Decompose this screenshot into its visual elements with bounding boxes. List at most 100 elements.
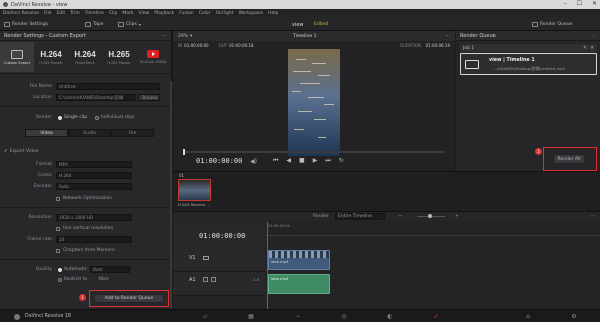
current-timecode: 01:00:00:00 [196,157,243,165]
menu-fusion[interactable]: Fusion [179,11,193,16]
preset-h264-master[interactable]: H.264 H.264 Master [34,42,68,72]
render-range-label: Render [313,214,330,219]
color-page-icon[interactable]: ◐ [386,313,394,320]
zoom-out-icon[interactable]: — [398,214,403,219]
minimize-button[interactable]: – [564,0,567,7]
more-options-icon[interactable]: ⋯ [162,33,167,39]
transport-controls: ⏮ ◀ ■ ▶ ⏭ ↻ [273,157,344,165]
chapters-checkbox[interactable] [56,248,60,253]
single-clip-radio[interactable] [58,115,62,120]
preset-custom-export[interactable]: Custom Export [0,42,34,72]
menu-help[interactable]: Help [268,11,278,16]
more-options-icon[interactable]: ⋯ [446,34,451,39]
job-card[interactable]: view | Timeline 1 ...\HUAWEI\Desktop\剪辑\… [460,53,597,75]
vertical-res-checkbox[interactable] [56,226,60,231]
render-mode-label: Render [35,115,52,120]
menu-fairlight[interactable]: Fairlight [215,11,233,16]
highlight-box [89,290,169,307]
in-timecode[interactable]: 01:00:00:00 [184,43,208,48]
encoder-select[interactable]: Auto [56,183,132,190]
menu-playback[interactable]: Playback [154,11,174,16]
menu-timeline[interactable]: Timeline [85,11,104,16]
quality-select[interactable]: Best [90,266,131,273]
menu-trim[interactable]: Trim [70,11,80,16]
gear-icon[interactable]: ⚙ [570,313,578,320]
page-navigation-bar: DaVinci Resolve 18 ▱ ▦ ⌁ ◎ ◐ ➶ ⌂ ⚙ [0,309,600,322]
zoom-in-icon[interactable]: + [455,214,459,219]
render-settings-toggle[interactable]: Render Settings [4,20,48,29]
zoom-select[interactable]: 29% [178,34,188,39]
reverse-play-icon[interactable]: ◀ [286,157,291,165]
resolution-select[interactable]: 1920 x 1080 HD [56,214,132,221]
home-icon[interactable]: ⌂ [524,313,532,320]
close-button[interactable]: ✕ [592,0,597,7]
render-settings-header: Render Settings - Custom Export ⋯ [0,31,171,41]
preset-h265-master[interactable]: H.265 H.265 Master [102,42,136,72]
scrubber-bar[interactable] [183,149,445,155]
preset-hyperdeck[interactable]: H.264 HyperDeck [68,42,102,72]
tab-file[interactable]: File [111,129,154,137]
browse-button[interactable]: Browse [138,94,160,101]
volume-icon[interactable]: ◀) [250,158,257,165]
lock-icon[interactable] [203,277,208,282]
edit-page-icon[interactable]: ⌁ [294,313,302,320]
play-icon[interactable]: ▶ [313,157,318,165]
go-to-end-icon[interactable]: ⏭ [325,157,330,165]
vertical-res-label: Use vertical resolution [63,226,114,231]
preset-label: Custom Export [4,60,30,65]
settings-scrollbar[interactable] [170,81,172,321]
menu-edit[interactable]: Edit [56,11,65,16]
restrict-radio[interactable] [58,277,62,282]
menu-color[interactable]: Color [199,11,211,16]
more-options-icon[interactable]: ⋯ [591,214,596,219]
video-clip[interactable]: lake.mp4 [268,250,330,270]
more-options-icon[interactable]: ⋯ [591,33,596,39]
menu-clip[interactable]: Clip [109,11,118,16]
audio-clip[interactable]: lake.mp4 [268,274,330,294]
render-range-select[interactable]: Entire Timeline [335,213,385,220]
frame-rate-select[interactable]: 24 [56,236,132,243]
zoom-slider-handle[interactable] [428,214,432,218]
tape-toggle[interactable]: Tape [85,20,103,29]
timeline-name[interactable]: Timeline 1 [293,34,316,39]
edit-icon[interactable]: ✎ [583,46,587,51]
menu-view[interactable]: View [139,11,150,16]
render-settings-title: Render Settings - Custom Export [4,32,86,39]
deliver-page-icon[interactable]: ➶ [432,313,440,320]
video-preview[interactable] [288,49,340,156]
format-select[interactable]: MP4 [56,161,132,168]
stop-icon[interactable]: ■ [299,157,305,165]
preset-label: YouTube 1080p [139,60,167,64]
codec-label: Codec [38,173,52,178]
render-queue-toggle[interactable]: Render Queue [532,20,572,29]
tab-audio[interactable]: Audio [68,129,111,137]
loop-icon[interactable]: ↻ [339,157,344,165]
timeline-ruler[interactable]: 01:00:00:00 [266,222,600,236]
menu-workspace[interactable]: Workspace [238,11,263,16]
individual-clips-radio[interactable] [95,115,100,120]
media-page-icon[interactable]: ▱ [201,313,209,320]
preset-youtube[interactable]: YouTube 1080p [136,42,170,72]
cut-page-icon[interactable]: ▦ [247,313,255,320]
network-opt-checkbox[interactable] [56,196,60,201]
location-input[interactable]: C:\Users\HUAWEI\Desktop\剪辑 [56,94,136,101]
codec-select[interactable]: H.264 [56,172,132,179]
solo-icon[interactable] [211,277,216,282]
go-to-start-icon[interactable]: ⏮ [273,157,278,165]
maximize-button[interactable]: ☐ [577,0,582,7]
menu-file[interactable]: File [44,11,52,16]
delete-icon[interactable]: ✕ [590,46,594,51]
export-video-checkbox[interactable]: ✓ [4,149,8,154]
file-name-input[interactable]: Untitled [56,83,160,90]
scrubber-handle[interactable] [183,149,185,155]
fusion-page-icon[interactable]: ◎ [340,313,348,320]
preset-strip: Custom Export H.264 H.264 Master H.264 H… [0,42,172,72]
clip-thumbnail[interactable] [178,179,211,201]
tab-video[interactable]: Video [25,129,68,137]
timeline-timecode: 01:00:00:00 [199,232,246,240]
out-timecode[interactable]: 01:00:06:18 [229,43,253,48]
quality-auto-radio[interactable] [58,267,62,272]
menu-mark[interactable]: Mark [122,11,133,16]
clips-toggle[interactable]: Clips ▾ [118,20,141,29]
menu-davinci[interactable]: DaVinci Resolve [3,11,39,16]
